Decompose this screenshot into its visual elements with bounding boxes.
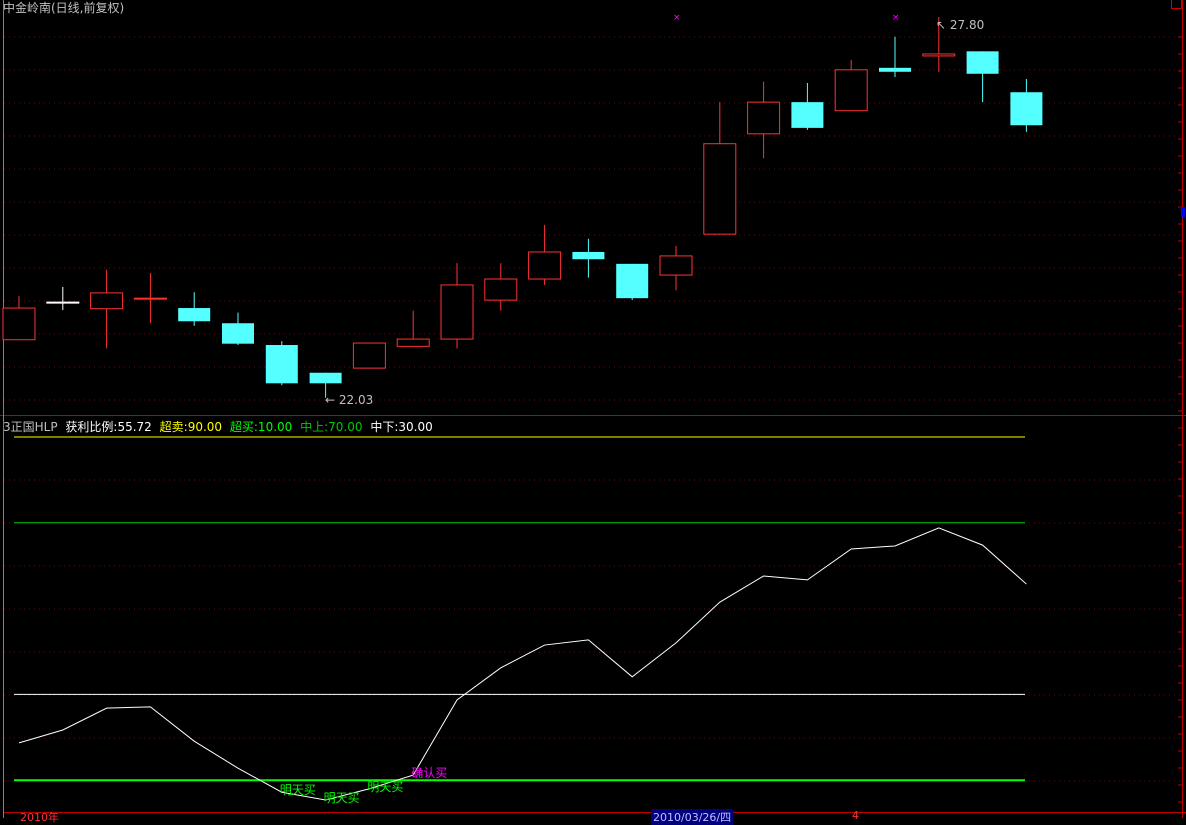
candle-body-up xyxy=(352,342,386,369)
oversold-label: 超买:10.00 xyxy=(229,420,293,434)
candle-body-down xyxy=(178,308,211,322)
candle-body-down xyxy=(616,263,649,299)
candle-body-up xyxy=(90,292,124,310)
mid-upper-label: 中上:70.00 xyxy=(300,420,363,434)
candle-body-up xyxy=(484,278,518,301)
stock-title: 中金岭南(日线,前复权) xyxy=(3,1,125,15)
candle-body-down xyxy=(309,372,342,384)
candle-body-up xyxy=(133,297,167,300)
price-scale-marker xyxy=(1181,207,1185,217)
candle-body-up xyxy=(747,101,781,135)
signal-label: 明天买 xyxy=(367,780,403,794)
candle-body-up xyxy=(834,69,868,112)
candle-body-up xyxy=(396,338,430,347)
indicator-legend: 3正国HLP 获利比例:55.72 超卖:90.00 超买:10.00 中上:7… xyxy=(3,418,437,435)
candle-body-down xyxy=(1010,92,1043,126)
mid-lower-label: 中下:30.00 xyxy=(370,420,433,434)
profit-ratio-line xyxy=(18,527,1027,801)
candle-body-up xyxy=(703,143,737,235)
candle-body-up xyxy=(922,53,956,57)
kline-chart[interactable]: × × ↖ 27.80← 22.03明天买明天买明天买确认买 xyxy=(0,0,1186,818)
x-axis-year: 2010年 xyxy=(20,811,59,824)
candle-body-down xyxy=(791,102,824,128)
maximize-button[interactable] xyxy=(1171,0,1182,9)
high-price-label: ↖ 27.80 xyxy=(936,18,984,32)
candle-body-up xyxy=(46,301,80,304)
indicator-name: 3正国HLP xyxy=(3,420,58,434)
low-price-label: ← 22.03 xyxy=(325,393,373,407)
signal-label: 明天买 xyxy=(324,791,360,805)
candle-body-up xyxy=(440,284,474,340)
candle-body-up xyxy=(528,251,562,280)
overbought-label: 超卖:90.00 xyxy=(159,420,223,434)
x-marker: × xyxy=(673,13,681,23)
candle-body-down xyxy=(879,67,911,72)
candle-body-down xyxy=(966,51,999,74)
x-marker: × xyxy=(892,13,900,23)
profit-ratio-label: 获利比例:55.72 xyxy=(65,420,152,434)
signal-label: 确认买 xyxy=(411,766,447,780)
candle-body-up xyxy=(2,307,36,341)
candle-body-down xyxy=(222,323,254,344)
signal-label: 明天买 xyxy=(280,783,316,797)
x-axis-cursor-date: 2010/03/26/四 xyxy=(651,809,734,825)
x-axis-month: 4 xyxy=(852,809,859,822)
candle-body-down xyxy=(572,251,605,260)
candle-body-up xyxy=(659,255,693,276)
candle-body-down xyxy=(265,345,298,384)
